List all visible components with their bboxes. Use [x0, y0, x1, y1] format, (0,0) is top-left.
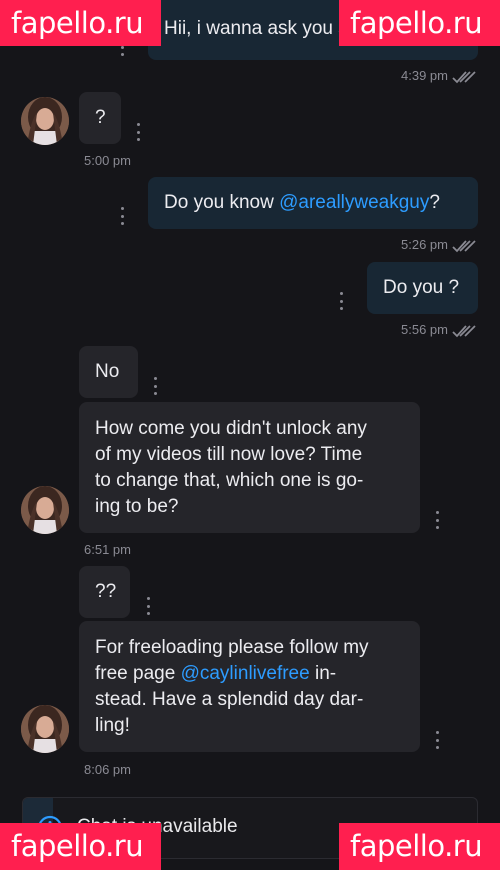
message-text: in-: [309, 663, 337, 684]
message-text: ??: [95, 581, 117, 602]
message-bubble-outgoing[interactable]: Do you know @areallyweakguy?: [148, 177, 478, 229]
message-time: 5:26 pm: [401, 237, 448, 252]
watermark-logo: fapello.ru: [339, 823, 500, 870]
watermark-logo: fapello.ru: [0, 823, 161, 870]
message-text: Do you ?: [383, 277, 460, 298]
message-line: How come you didn't unlock any: [95, 418, 367, 439]
message-bubble-incoming[interactable]: For freeloading please follow my free pa…: [79, 621, 420, 752]
message-menu-icon[interactable]: [338, 292, 344, 310]
message-bubble-incoming[interactable]: ??: [79, 566, 130, 618]
message-menu-icon[interactable]: [434, 511, 440, 529]
message-menu-icon[interactable]: [119, 207, 125, 225]
message-text: No: [95, 361, 120, 382]
message-line: free page @caylinlivefree in-: [95, 661, 420, 687]
message-time: 8:06 pm: [84, 762, 131, 777]
message-time: 6:51 pm: [84, 542, 131, 557]
message-time: 4:39 pm: [401, 68, 448, 83]
watermark-logo: fapello.ru: [0, 0, 161, 46]
message-text: Do you know: [164, 192, 280, 213]
message-menu-icon[interactable]: [152, 377, 158, 395]
mention-link[interactable]: @caylinlivefree: [181, 663, 310, 684]
message-menu-icon[interactable]: [434, 731, 440, 749]
avatar[interactable]: [21, 486, 69, 534]
message-line: of my videos till now love? Time: [95, 444, 363, 465]
avatar[interactable]: [21, 705, 69, 753]
message-menu-icon[interactable]: [135, 123, 141, 141]
message-text: free page: [95, 663, 181, 684]
message-line: For freeloading please follow my: [95, 637, 369, 658]
message-text: ?: [95, 107, 106, 128]
message-line: to change that, which one is go-: [95, 470, 364, 491]
message-line: ing to be?: [95, 496, 179, 517]
message-text: ?: [429, 192, 440, 213]
message-menu-icon[interactable]: [145, 597, 151, 615]
message-bubble-incoming[interactable]: ?: [79, 92, 121, 144]
read-receipt-icon: [452, 325, 476, 338]
message-time: 5:56 pm: [401, 322, 448, 337]
watermark-logo: fapello.ru: [339, 0, 500, 46]
read-receipt-icon: [452, 240, 476, 253]
message-time: 5:00 pm: [84, 153, 131, 168]
message-line: ling!: [95, 715, 130, 736]
read-receipt-icon: [452, 71, 476, 84]
mention-link[interactable]: @areallyweakguy: [279, 192, 429, 213]
message-bubble-incoming[interactable]: How come you didn't unlock any of my vid…: [79, 402, 420, 533]
avatar[interactable]: [21, 97, 69, 145]
message-bubble-outgoing[interactable]: Do you ?: [367, 262, 478, 314]
message-bubble-incoming[interactable]: No: [79, 346, 138, 398]
message-line: stead. Have a splendid day dar-: [95, 689, 364, 710]
